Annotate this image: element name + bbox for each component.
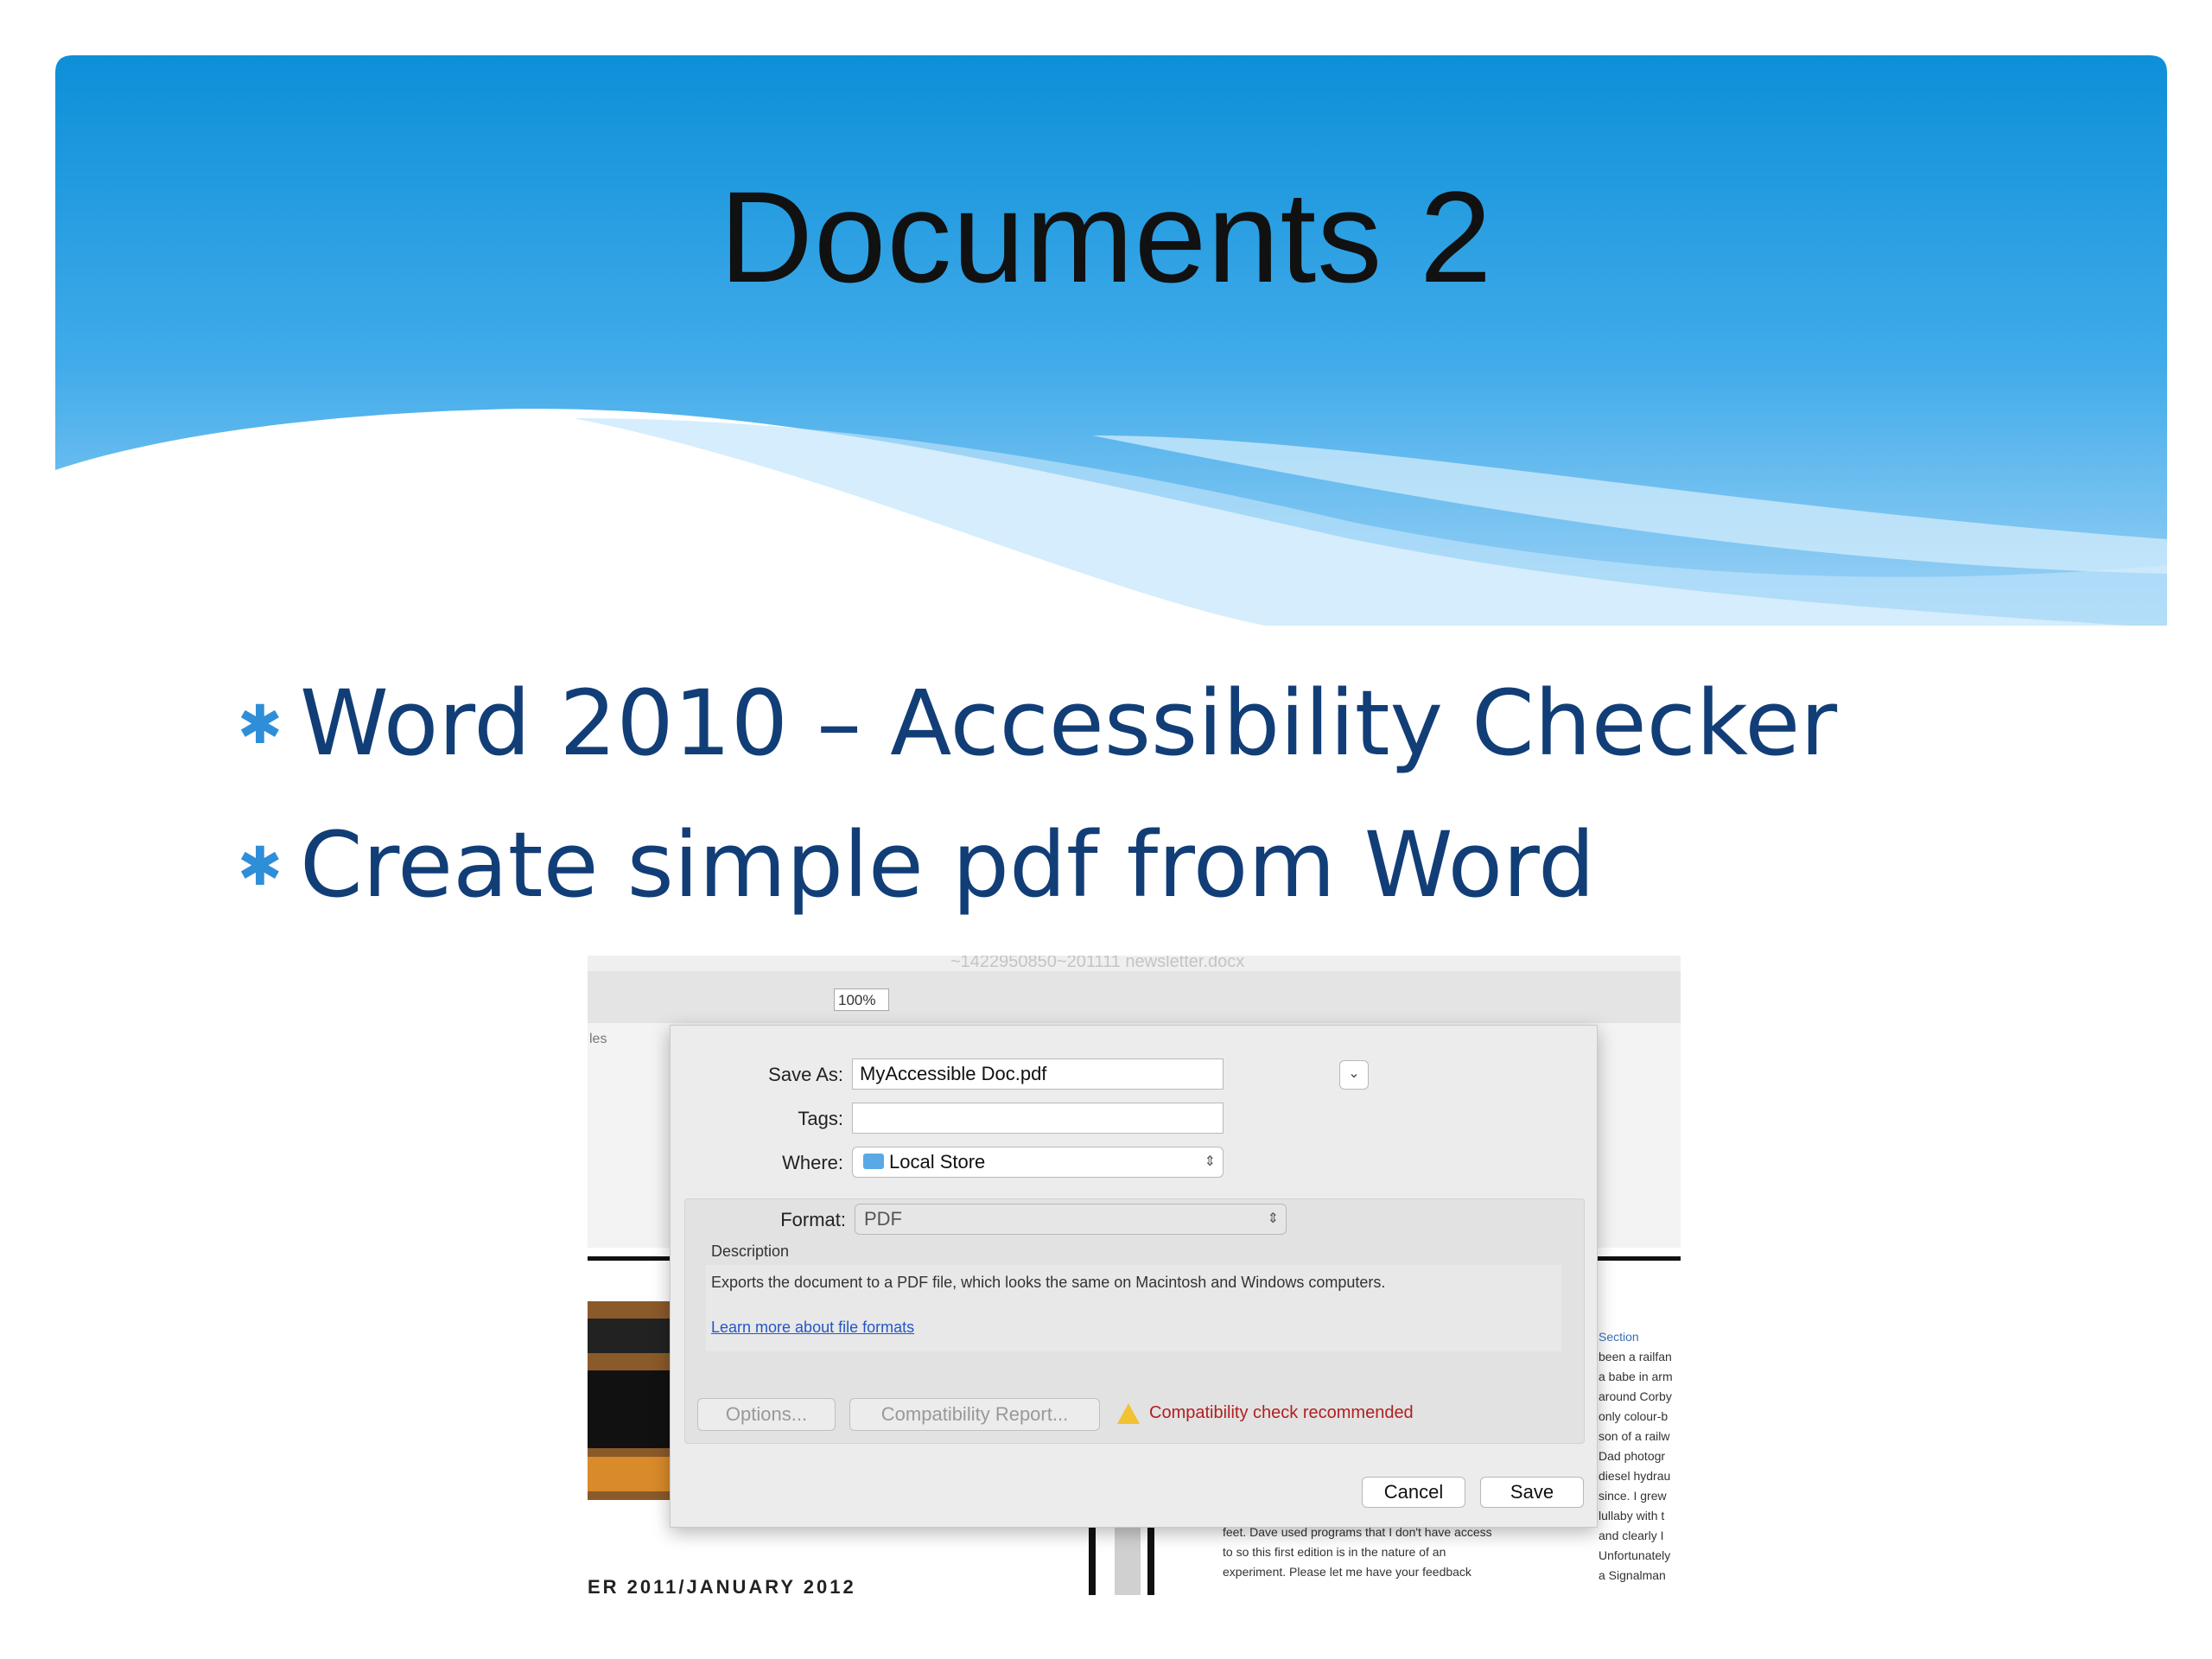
article-line: to so this first edition is in the natur… xyxy=(1223,1545,1446,1559)
updown-arrows-icon: ⇕ xyxy=(1267,1211,1279,1226)
where-value: Local Store xyxy=(889,1151,986,1173)
where-label: Where: xyxy=(782,1152,843,1173)
save-as-label: Save As: xyxy=(768,1064,843,1085)
tags-label: Tags: xyxy=(798,1108,843,1129)
article-line: lullaby with t xyxy=(1599,1509,1665,1522)
description-label: Description xyxy=(711,1243,790,1260)
format-popup[interactable]: PDF ⇕ xyxy=(855,1204,1287,1235)
save-dialog: Save As: MyAccessible Doc.pdf ⌄ Tags: Wh… xyxy=(670,1025,1598,1528)
zoom-field[interactable]: 100% xyxy=(834,988,889,1011)
options-button[interactable]: Options... xyxy=(697,1398,836,1431)
format-value: PDF xyxy=(864,1208,902,1230)
compatibility-warning: Compatibility check recommended xyxy=(1149,1403,1414,1422)
article-line: only colour-b xyxy=(1599,1409,1669,1423)
slide-title: Documents 2 xyxy=(719,164,1493,309)
article-line: been a railfan xyxy=(1599,1350,1672,1363)
article-line: a babe in arm xyxy=(1599,1370,1673,1383)
asterisk-bullet-icon: ✱ xyxy=(238,693,283,756)
section-heading: Section xyxy=(1599,1330,1639,1344)
save-as-field[interactable]: MyAccessible Doc.pdf xyxy=(852,1058,1224,1090)
article-line: around Corby xyxy=(1599,1389,1672,1403)
article-column-right: Section been a railfan a babe in arm aro… xyxy=(1599,1327,1681,1586)
ribbon-tab[interactable]: les xyxy=(589,1032,607,1047)
article-line: experiment. Please let me have your feed… xyxy=(1223,1565,1471,1579)
asterisk-bullet-icon: ✱ xyxy=(238,835,283,898)
save-button[interactable]: Save xyxy=(1480,1477,1584,1508)
article-line: Dad photogr xyxy=(1599,1449,1666,1463)
article-line: since. I grew xyxy=(1599,1489,1667,1503)
newsletter-issue-date: ER 2011/JANUARY 2012 xyxy=(588,1576,856,1595)
save-dialog-screenshot: ~1422950850~201111 newsletter.docx 100% … xyxy=(588,956,1681,1595)
article-line: and clearly I xyxy=(1599,1529,1664,1542)
format-panel: Format: PDF ⇕ Description Exports the do… xyxy=(684,1198,1585,1444)
bullet-text: Create simple pdf from Word xyxy=(300,812,1596,918)
cancel-button[interactable]: Cancel xyxy=(1362,1477,1465,1508)
window-title: ~1422950850~201111 newsletter.docx xyxy=(950,956,1245,971)
article-column-bottom: feet. Dave used programs that I don't ha… xyxy=(1223,1522,1508,1582)
article-line: son of a railw xyxy=(1599,1429,1670,1443)
article-line: Unfortunately xyxy=(1599,1548,1671,1562)
description-text: Exports the document to a PDF file, whic… xyxy=(711,1274,1386,1291)
description-box: Exports the document to a PDF file, whic… xyxy=(706,1265,1561,1351)
format-label: Format: xyxy=(780,1209,846,1230)
where-popup[interactable]: Local Store ⇕ xyxy=(852,1147,1224,1178)
updown-arrows-icon: ⇕ xyxy=(1204,1154,1216,1169)
bullet-text: Word 2010 – Accessibility Checker xyxy=(300,671,1838,776)
learn-more-link[interactable]: Learn more about file formats xyxy=(711,1319,914,1337)
chevron-down-icon: ⌄ xyxy=(1348,1066,1360,1081)
folder-icon xyxy=(863,1154,884,1170)
tags-field[interactable] xyxy=(852,1103,1224,1134)
article-line: a Signalman xyxy=(1599,1568,1666,1582)
expand-dialog-button[interactable]: ⌄ xyxy=(1339,1060,1369,1090)
warning-icon xyxy=(1117,1403,1140,1424)
title-banner xyxy=(55,55,2167,626)
article-line: diesel hydrau xyxy=(1599,1469,1671,1483)
compatibility-report-button[interactable]: Compatibility Report... xyxy=(849,1398,1100,1431)
